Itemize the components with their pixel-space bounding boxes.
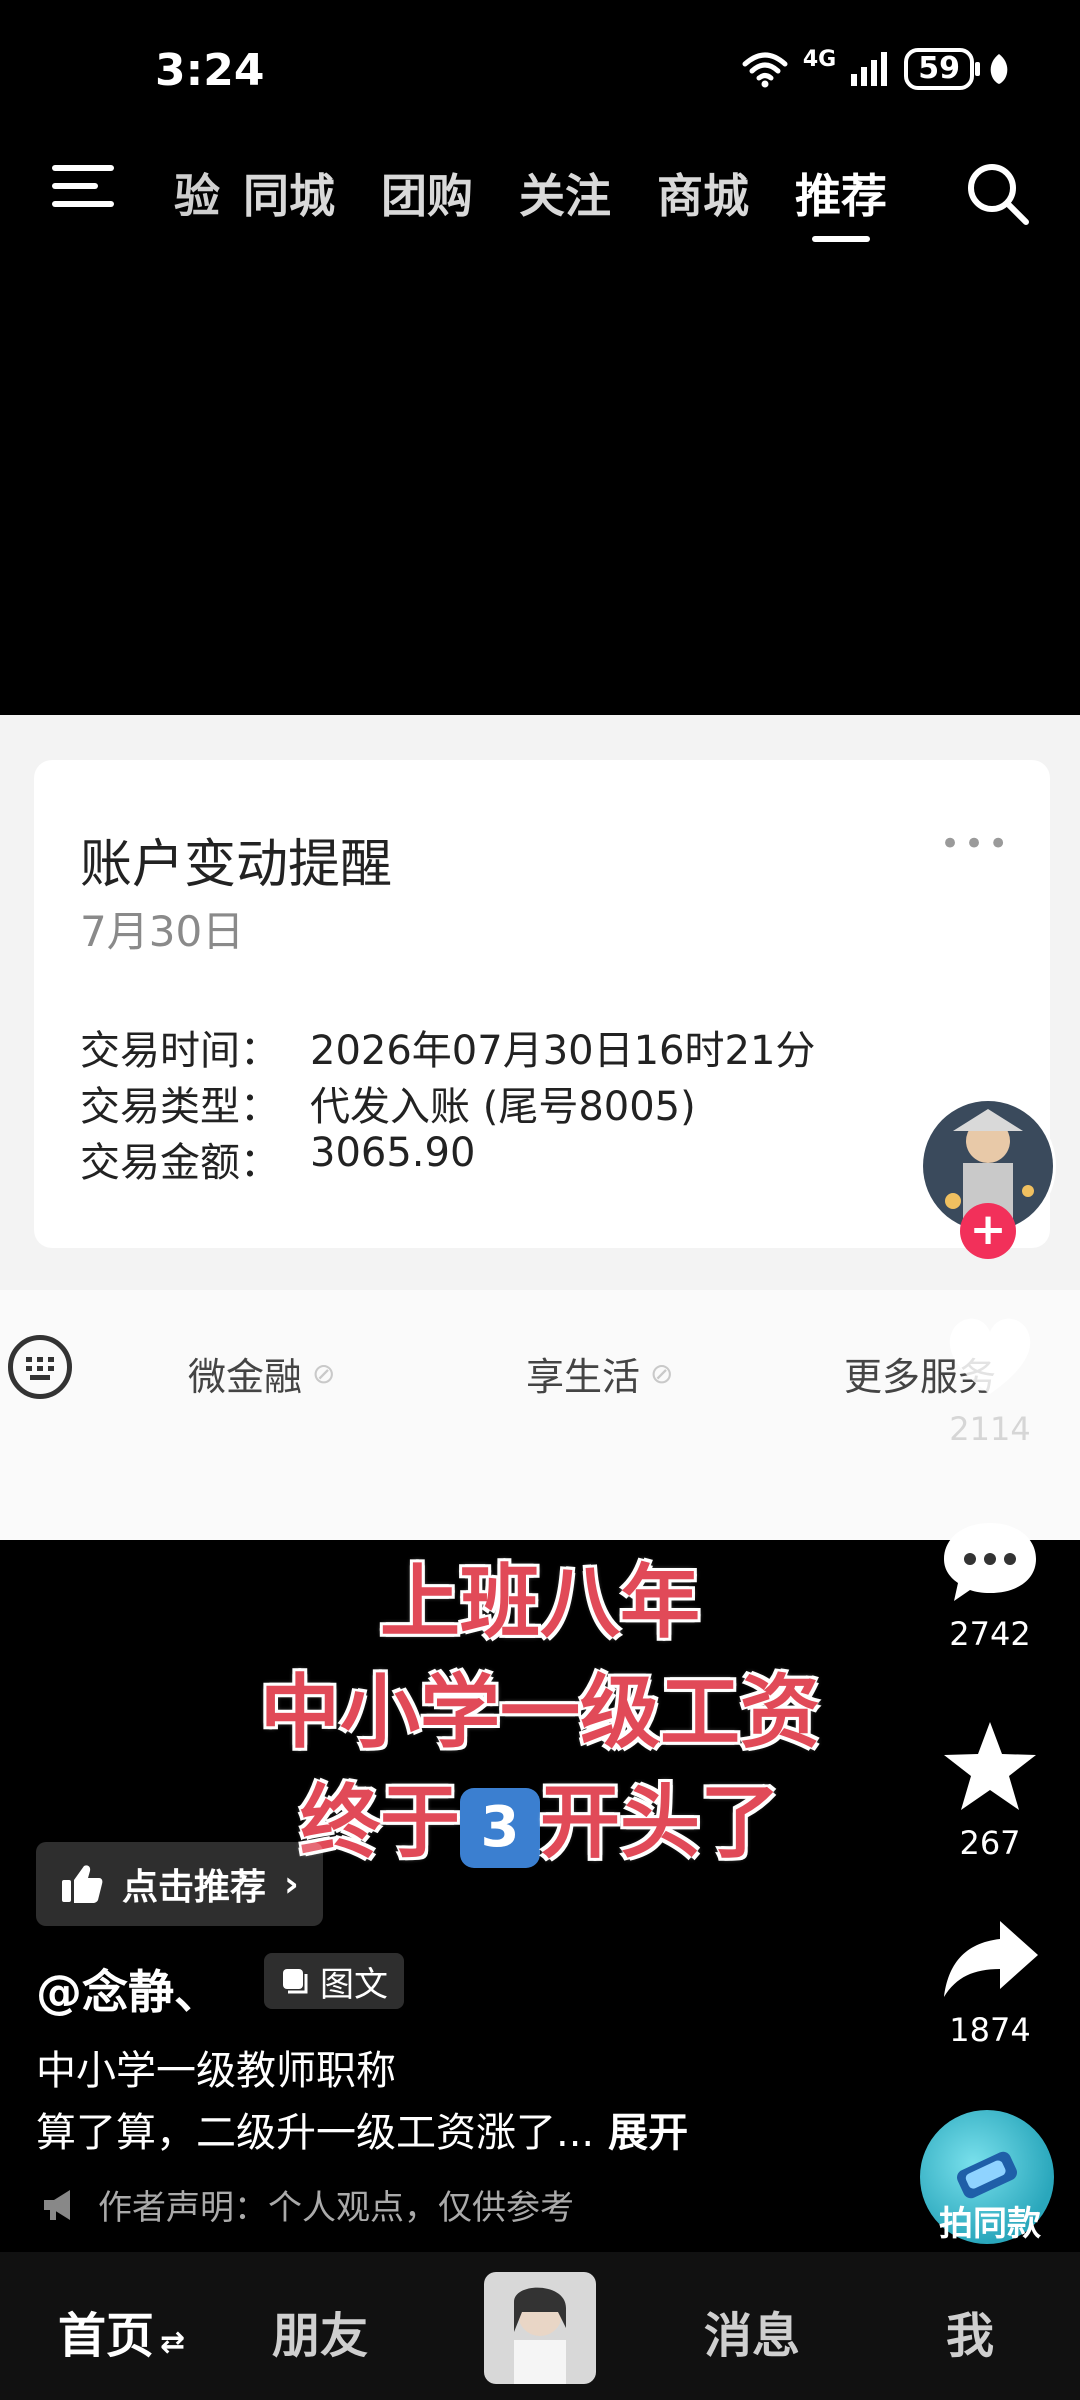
share-count: 1874 (949, 2011, 1031, 2049)
detail-value: 2026年07月30日16时21分 (310, 1028, 816, 1074)
statement-text: 作者声明：个人观点，仅供参考 (98, 2188, 574, 2228)
wifi-icon (742, 52, 788, 88)
nav-me[interactable]: 我 (946, 2296, 994, 2366)
expand-link[interactable]: 展开 (608, 2110, 688, 2156)
follow-plus-button[interactable]: + (960, 1203, 1016, 1259)
detail-value: 代发入账 (尾号8005) (310, 1084, 696, 1130)
detail-key: 交易类型： (80, 1084, 280, 1130)
leaf-icon (990, 54, 1008, 84)
tab-following[interactable]: 关注 (496, 160, 634, 226)
share-button[interactable]: 1874 (930, 1915, 1050, 2049)
nav-create-avatar[interactable] (484, 2272, 596, 2384)
post-type-label: 图文 (320, 1964, 388, 2005)
nav-messages[interactable]: 消息 (704, 2296, 800, 2366)
service-item: 享生活 ⊘ (526, 1355, 674, 1399)
post-description-line: 中小学一级教师职称 (36, 2048, 396, 2094)
comment-button[interactable]: 2742 (930, 1515, 1050, 1653)
megaphone-icon (44, 2189, 70, 2220)
like-button[interactable]: 2114 (930, 1310, 1050, 1448)
favorite-count: 267 (959, 1824, 1021, 1862)
recommend-button[interactable]: 点击推荐 › (36, 1842, 323, 1926)
chevron-right-icon: › (284, 1863, 299, 1905)
recommend-label: 点击推荐 (122, 1867, 267, 1908)
star-icon (944, 1722, 1036, 1810)
detail-row: 交易金额： 3065.90 (80, 1130, 475, 1188)
overlay-caption: 上班八年 中小学一级工资 终于 3 开头了 (0, 1548, 1080, 1878)
card-title: 账户变动提醒 (80, 835, 393, 895)
detail-key: 交易时间： (80, 1028, 280, 1074)
thumbs-up-icon (62, 1865, 103, 1903)
status-icons: 4G 59 (741, 46, 1010, 90)
tab-partial[interactable]: 验 (150, 160, 220, 226)
menu-button[interactable] (52, 165, 114, 215)
signal-icon (851, 52, 888, 86)
detail-row: 交易时间： 2026年07月30日16时21分 (80, 1018, 815, 1076)
network-label: 4G (802, 46, 837, 72)
nav-friends[interactable]: 朋友 (272, 2296, 368, 2366)
like-count: 2114 (949, 1410, 1031, 1448)
shoot-same-label: 拍同款 (939, 2204, 1041, 2244)
keyboard-icon (8, 1335, 72, 1399)
share-arrow-icon (944, 1921, 1038, 1997)
nav-home[interactable]: 首页 ⇄ (58, 2296, 185, 2366)
caption-line: 中小学一级工资 (260, 1666, 820, 1759)
author-name[interactable]: @念静、 (36, 1956, 220, 2022)
post-type-badge: 图文 (264, 1953, 404, 2009)
top-tabs: 验 同城 团购 关注 商城 推荐 (150, 160, 910, 242)
tab-recommend[interactable]: 推荐 (772, 160, 910, 242)
author-statement: 作者声明：个人观点，仅供参考 (40, 2180, 574, 2229)
description-text: 算了算，二级升一级工资涨了... (36, 2110, 595, 2156)
tab-nearby[interactable]: 同城 (220, 160, 358, 226)
more-dots-icon: ••• (940, 824, 1013, 864)
detail-row: 交易类型： 代发入账 (尾号8005) (80, 1074, 696, 1132)
switch-icon: ⇄ (160, 2325, 186, 2360)
link-icon: ⊘ (650, 1357, 674, 1390)
search-icon[interactable] (962, 158, 1032, 228)
detail-key: 交易金额： (80, 1140, 280, 1186)
image-service-bar (0, 1290, 1080, 1540)
comment-count: 2742 (949, 1615, 1031, 1653)
heart-icon (949, 1318, 1031, 1394)
tab-groupbuy[interactable]: 团购 (358, 160, 496, 226)
service-item: 微金融 ⊘ (188, 1355, 336, 1399)
caption-line: 上班八年 (380, 1556, 700, 1649)
keycap-3-icon: 3 (460, 1788, 540, 1869)
favorite-button[interactable]: 267 (930, 1718, 1050, 1862)
battery-indicator: 59 (904, 48, 980, 90)
image-text-icon (283, 1969, 308, 1994)
detail-value: 3065.90 (310, 1130, 476, 1176)
status-time: 3:24 (155, 45, 265, 96)
tab-mall[interactable]: 商城 (634, 160, 772, 226)
post-description-line: 算了算，二级升一级工资涨了... 展开 (36, 2100, 688, 2158)
link-icon: ⊘ (312, 1357, 336, 1390)
card-date: 7月30日 (80, 907, 245, 956)
comment-icon (944, 1523, 1036, 1601)
